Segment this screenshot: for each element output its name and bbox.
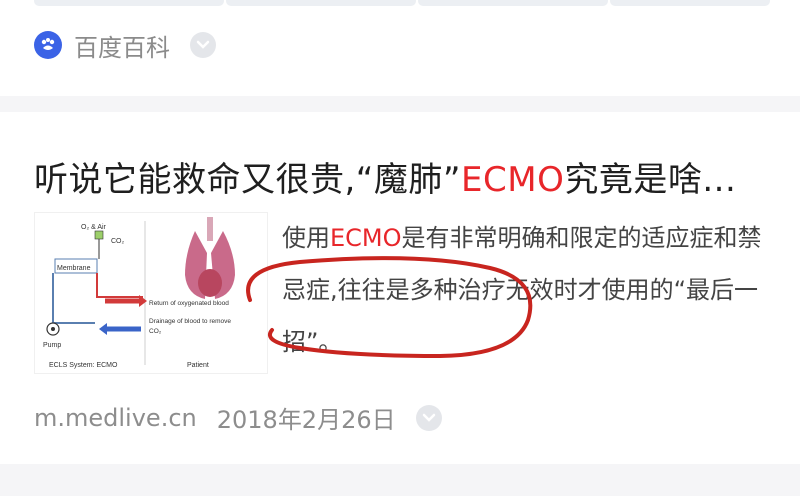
- ghost-button[interactable]: [610, 0, 770, 6]
- pump-label: Pump: [43, 342, 61, 349]
- result-date: 2018年2月26日: [216, 406, 396, 434]
- ghost-button[interactable]: [34, 0, 224, 6]
- result-thumbnail[interactable]: Membrane O₂ & Air CO₂ Pump ECLS System: …: [34, 212, 268, 374]
- result-title[interactable]: 听说它能救命又很贵,“魔肺”ECMO究竟是啥...: [34, 152, 774, 201]
- o2-label: O₂ & Air: [81, 224, 107, 231]
- source-row: 百度百科: [34, 28, 216, 63]
- patient-label: Patient: [187, 362, 209, 369]
- chevron-down-icon[interactable]: [190, 32, 216, 58]
- drainage-label: Drainage of blood to remove: [149, 318, 231, 325]
- ghost-button[interactable]: [226, 0, 416, 6]
- title-text: 听说它能救命又很贵,“魔肺”: [34, 160, 462, 200]
- membrane-label: Membrane: [57, 265, 91, 272]
- result-meta: m.medlive.cn 2018年2月26日: [34, 400, 442, 435]
- title-text-tail: 究竟是啥...: [564, 160, 737, 200]
- co2-label-2: CO₂: [149, 328, 162, 335]
- return-label: Return of oxygenated blood: [149, 300, 229, 307]
- previous-result-buttons: [0, 0, 800, 8]
- ecls-label: ECLS System: ECMO: [49, 362, 118, 369]
- baike-paw-icon: [34, 31, 62, 59]
- title-highlight: ECMO: [461, 160, 565, 200]
- result-snippet[interactable]: 使用ECMO是有非常明确和限定的适应症和禁忌症,往往是多种治疗无效时才使用的“最…: [282, 212, 762, 368]
- co2-label: CO₂: [111, 238, 125, 245]
- ghost-button[interactable]: [418, 0, 608, 6]
- previous-result-card: 百度百科: [0, 0, 800, 96]
- source-name[interactable]: 百度百科: [74, 28, 170, 63]
- chevron-down-icon[interactable]: [415, 404, 442, 431]
- snippet-text: 使用: [282, 224, 330, 252]
- result-domain[interactable]: m.medlive.cn: [34, 404, 197, 432]
- snippet-highlight: ECMO: [330, 224, 402, 252]
- search-result-card[interactable]: 听说它能救命又很贵,“魔肺”ECMO究竟是啥... Membrane O₂ & …: [0, 112, 800, 464]
